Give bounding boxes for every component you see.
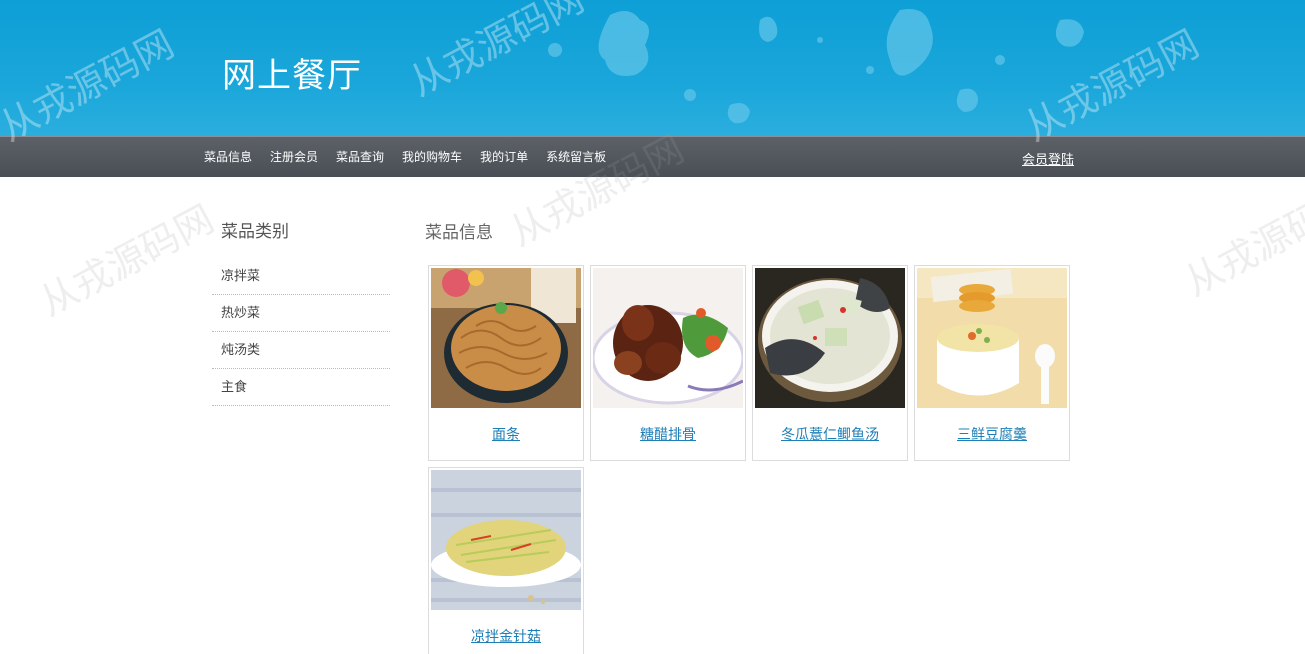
nav-register[interactable]: 注册会员 [270, 148, 318, 165]
nav-cart[interactable]: 我的购物车 [402, 148, 462, 165]
nav-message-board[interactable]: 系统留言板 [546, 148, 606, 165]
noodles-image[interactable] [431, 268, 581, 408]
fish-soup-image[interactable] [755, 268, 905, 408]
nav-dish-search[interactable]: 菜品查询 [336, 148, 384, 165]
dish-card: 糖醋排骨 [590, 265, 746, 461]
main-section-title: 菜品信息 [425, 223, 493, 243]
watermark: 从戎源码网 [32, 196, 221, 325]
dish-name-link[interactable]: 面条 [429, 424, 583, 444]
main-navbar: 菜品信息 注册会员 菜品查询 我的购物车 我的订单 系统留言板 会员登陆 [0, 136, 1305, 177]
category-cold-dishes[interactable]: 凉拌菜 [212, 258, 390, 295]
ink-splash-decoration [548, 9, 1084, 124]
category-soups[interactable]: 炖汤类 [212, 332, 390, 369]
nav-dish-info[interactable]: 菜品信息 [204, 148, 252, 165]
tofu-soup-image[interactable] [917, 268, 1067, 408]
sidebar-title: 菜品类别 [221, 222, 289, 242]
watermark: 从戎源码网 [1177, 176, 1305, 305]
enoki-salad-image[interactable] [431, 470, 581, 610]
nav-orders[interactable]: 我的订单 [480, 148, 528, 165]
site-title: 网上餐厅 [222, 56, 362, 96]
category-sidebar: 菜品类别 凉拌菜 热炒菜 炖汤类 主食 [212, 218, 390, 406]
dish-card: 面条 [428, 265, 584, 461]
dish-card: 三鲜豆腐羹 [914, 265, 1070, 461]
header-banner: 网上餐厅 [0, 0, 1305, 136]
dish-name-link[interactable]: 糖醋排骨 [591, 424, 745, 444]
nav-links: 菜品信息 注册会员 菜品查询 我的购物车 我的订单 系统留言板 [204, 148, 624, 165]
category-staples[interactable]: 主食 [212, 369, 390, 406]
dish-card: 凉拌金针菇 [428, 467, 584, 654]
member-login-link[interactable]: 会员登陆 [1022, 149, 1074, 168]
sweet-sour-ribs-image[interactable] [593, 268, 743, 408]
dish-name-link[interactable]: 冬瓜薏仁鲫鱼汤 [753, 424, 907, 444]
dish-card: 冬瓜薏仁鲫鱼汤 [752, 265, 908, 461]
dish-name-link[interactable]: 三鲜豆腐羹 [915, 424, 1069, 444]
category-stir-fry[interactable]: 热炒菜 [212, 295, 390, 332]
dish-name-link[interactable]: 凉拌金针菇 [429, 626, 583, 646]
